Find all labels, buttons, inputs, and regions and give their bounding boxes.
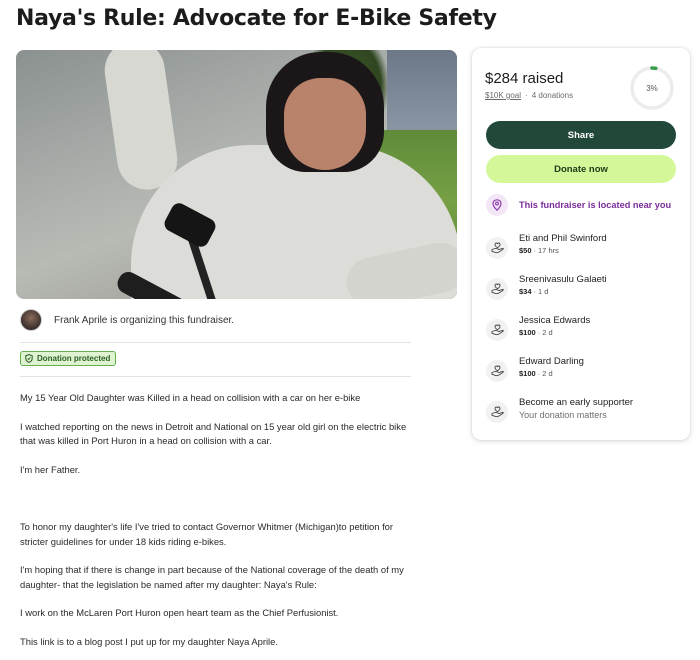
page-title: Naya's Rule: Advocate for E-Bike Safety	[16, 6, 497, 31]
donor-meta: $34 · 1 d	[519, 287, 549, 296]
donor-item: Sreenivasulu Galaeti $34 · 1 d	[486, 273, 607, 300]
donor-amount: $100	[519, 328, 536, 337]
donor-name: Sreenivasulu Galaeti	[519, 274, 607, 285]
shield-icon	[25, 354, 33, 363]
story-paragraph: My 15 Year Old Daughter was Killed in a …	[20, 392, 361, 403]
donor-item: Eti and Phil Swinford $50 · 17 hrs	[486, 232, 607, 259]
donor-name: Edward Darling	[519, 356, 584, 367]
story-paragraph: This link is to a blog post I put up for…	[20, 635, 278, 647]
donor-amount: $50	[519, 246, 532, 255]
divider	[20, 342, 411, 343]
story-paragraph: I'm hoping that if there is change in pa…	[20, 564, 404, 590]
donations-count: 4 donations	[531, 91, 574, 100]
donor-amount: $100	[519, 369, 536, 378]
donor-meta: $100 · 2 d	[519, 369, 553, 378]
heart-hand-icon	[486, 360, 508, 382]
early-supporter-title: Become an early supporter	[519, 397, 634, 408]
story-paragraph: I'm her Father.	[20, 463, 81, 475]
hero-photo	[16, 50, 457, 299]
progress-percent: 3%	[646, 83, 658, 93]
badge-label: Donation protected	[37, 354, 111, 363]
heart-hand-icon	[486, 278, 508, 300]
donor-amount: $34	[519, 287, 532, 296]
donation-card: $284 raised $10K goal · 4 donations 3% Sha…	[472, 48, 690, 440]
heart-hand-icon	[486, 401, 508, 423]
donor-time: 2 d	[542, 369, 553, 378]
story-paragraph: I watched reporting on the news in Detro…	[20, 420, 407, 447]
amount-raised: $284 raised	[485, 70, 564, 87]
nearby-notice: This fundraiser is located near you	[486, 194, 671, 216]
goal-line: $10K goal · 4 donations	[485, 91, 574, 100]
donation-protected-badge[interactable]: Donation protected	[20, 351, 117, 366]
donor-time: 17 hrs	[538, 246, 559, 255]
share-button[interactable]: Share	[486, 121, 676, 149]
donor-item: Edward Darling $100 · 2 d	[486, 355, 584, 382]
early-supporter-item: Become an early supporter Your donation …	[486, 396, 633, 423]
donor-meta: $50 · 17 hrs	[519, 246, 559, 255]
divider	[20, 376, 411, 377]
location-pin-icon	[486, 194, 508, 216]
heart-hand-icon	[486, 237, 508, 259]
donor-item: Jessica Edwards $100 · 2 d	[486, 314, 590, 341]
story-paragraph: I work on the McLaren Port Huron open he…	[20, 607, 339, 618]
heart-hand-icon	[486, 319, 508, 341]
donor-name: Eti and Phil Swinford	[519, 233, 607, 244]
donor-meta: $100 · 2 d	[519, 328, 553, 337]
story-text: My 15 Year Old Daughter was Killed in a …	[20, 391, 420, 649]
nearby-label: This fundraiser is located near you	[519, 200, 672, 210]
donate-now-button[interactable]: Donate now	[486, 155, 676, 183]
organizer-row: Frank Aprile is organizing this fundrais…	[20, 309, 234, 331]
story-paragraph: To honor my daughter's life I've tried t…	[20, 521, 394, 547]
goal-link[interactable]: $10K goal	[485, 91, 521, 100]
organizer-text: Frank Aprile is organizing this fundrais…	[54, 314, 235, 326]
donor-name: Jessica Edwards	[519, 315, 591, 326]
donor-time: 2 d	[542, 328, 553, 337]
avatar[interactable]	[20, 309, 42, 331]
donor-time: 1 d	[538, 287, 549, 296]
early-supporter-subtitle: Your donation matters	[519, 410, 607, 420]
